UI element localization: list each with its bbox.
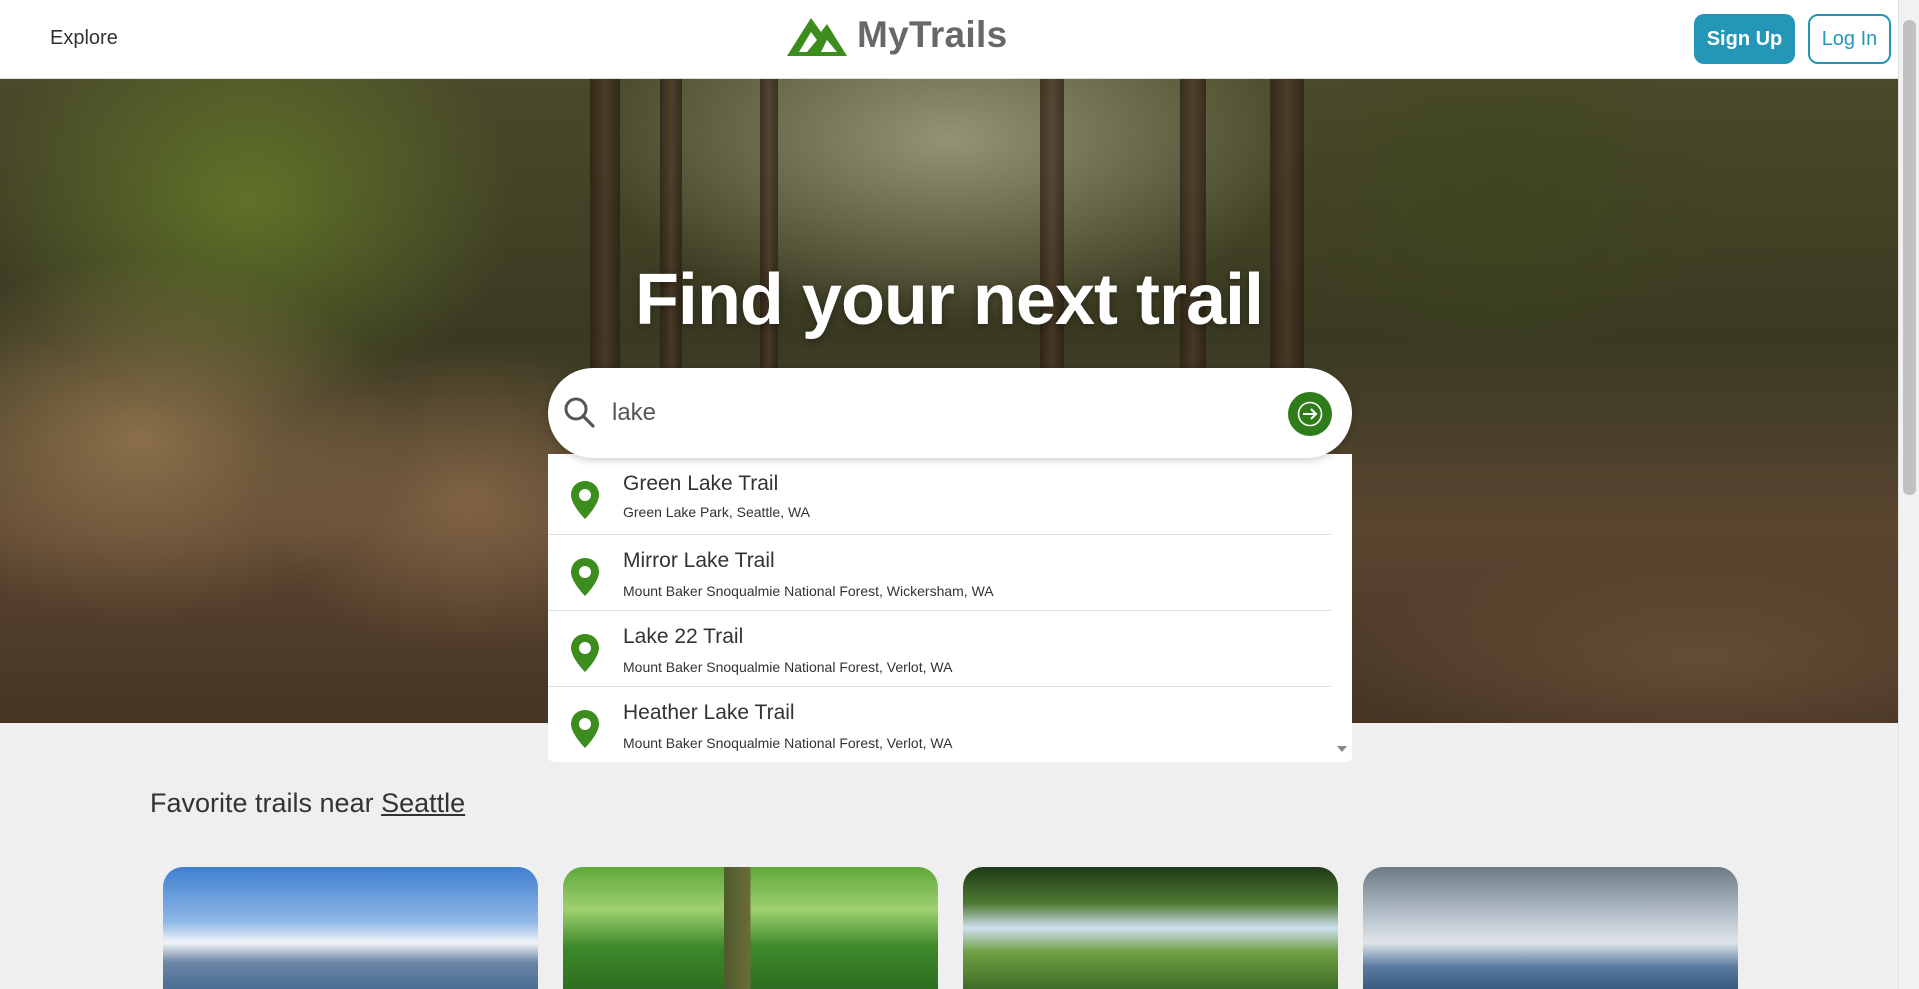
map-pin-icon xyxy=(571,634,599,672)
search-input[interactable] xyxy=(612,392,1272,434)
trail-card[interactable] xyxy=(563,867,938,989)
trail-card[interactable] xyxy=(963,867,1338,989)
trail-card[interactable] xyxy=(1363,867,1738,989)
search-submit-button[interactable] xyxy=(1288,392,1332,436)
suggestion-location: Mount Baker Snoqualmie National Forest, … xyxy=(623,583,994,599)
search-bar xyxy=(548,368,1352,458)
suggestion-item[interactable]: Mirror Lake Trail Mount Baker Snoqualmie… xyxy=(548,535,1331,611)
suggestion-location: Green Lake Park, Seattle, WA xyxy=(623,504,811,520)
log-in-button[interactable]: Log In xyxy=(1808,14,1891,64)
suggestion-item[interactable]: Lake 22 Trail Mount Baker Snoqualmie Nat… xyxy=(548,611,1331,687)
favorites-heading-text: Favorite trails near xyxy=(150,788,382,818)
suggestion-location: Mount Baker Snoqualmie National Forest, … xyxy=(623,659,953,675)
logo[interactable]: MyTrails xyxy=(785,12,1007,58)
search-suggestions-dropdown: Green Lake Trail Green Lake Park, Seattl… xyxy=(548,454,1352,762)
suggestion-title: Heather Lake Trail xyxy=(623,701,795,724)
suggestion-title: Mirror Lake Trail xyxy=(623,549,775,572)
logo-text: MyTrails xyxy=(857,14,1008,55)
map-pin-icon xyxy=(571,710,599,748)
mountain-logo-icon xyxy=(787,18,847,56)
suggestion-title: Green Lake Trail xyxy=(623,472,779,495)
map-pin-icon xyxy=(571,558,599,596)
page-scrollbar[interactable] xyxy=(1898,0,1919,989)
page-scrollbar-thumb[interactable] xyxy=(1903,20,1916,495)
map-pin-icon xyxy=(571,481,599,519)
site-header: Explore MyTrails Sign Up Log In xyxy=(0,0,1898,79)
favorites-city-link[interactable]: Seattle xyxy=(381,788,465,818)
scroll-down-arrow-icon[interactable] xyxy=(1337,746,1347,752)
suggestion-title: Lake 22 Trail xyxy=(623,625,744,648)
search-icon xyxy=(564,397,595,428)
arrow-right-icon xyxy=(1297,401,1323,427)
dropdown-scrollbar[interactable] xyxy=(1332,454,1352,762)
trail-card[interactable] xyxy=(163,867,538,989)
sign-up-button[interactable]: Sign Up xyxy=(1694,14,1795,64)
suggestion-item[interactable]: Heather Lake Trail Mount Baker Snoqualmi… xyxy=(548,687,1331,763)
favorites-heading: Favorite trails near Seattle xyxy=(150,788,465,819)
hero-title: Find your next trail xyxy=(634,260,1264,340)
suggestion-location: Mount Baker Snoqualmie National Forest, … xyxy=(623,735,953,751)
suggestion-item[interactable]: Green Lake Trail Green Lake Park, Seattl… xyxy=(548,454,1331,535)
explore-link[interactable]: Explore xyxy=(50,27,118,50)
